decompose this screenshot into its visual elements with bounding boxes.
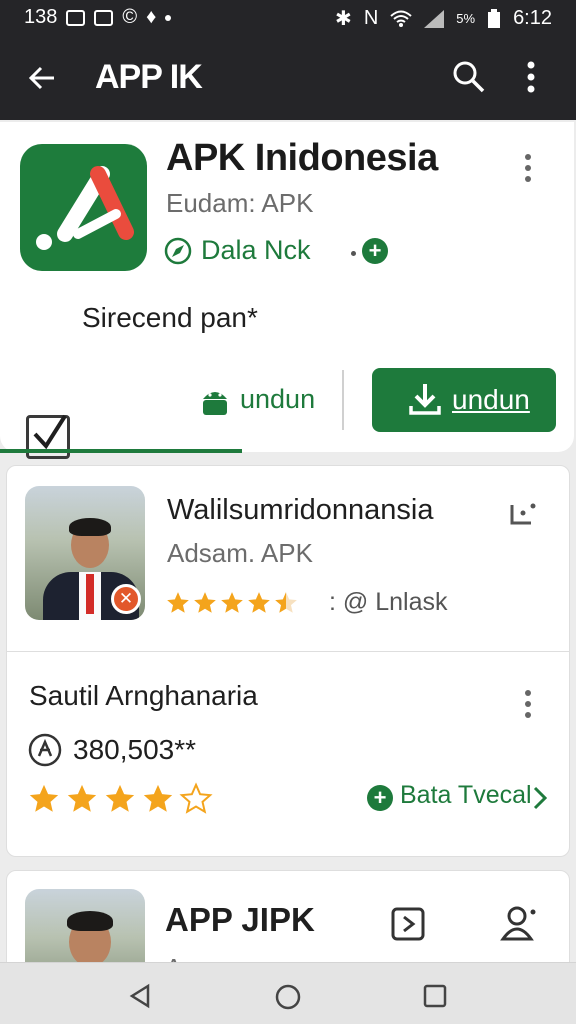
more-options-icon[interactable]: [524, 690, 532, 720]
action-link[interactable]: Bata Tvecal: [400, 781, 532, 810]
item-subtitle: Adsam. APK: [167, 538, 313, 568]
notification-icon: ©: [122, 6, 138, 28]
checkbox-label: Sirecend pan*: [82, 302, 258, 333]
share-icon[interactable]: [509, 502, 539, 526]
plus-icon[interactable]: +: [367, 785, 393, 811]
checkmark-icon: [33, 414, 67, 450]
notification-dot-icon: [165, 14, 172, 21]
compass-icon: [164, 237, 192, 265]
tab-indicator: [0, 449, 242, 453]
close-icon[interactable]: ✕: [111, 584, 141, 614]
plus-icon[interactable]: +: [362, 238, 388, 264]
separator-dot: [351, 251, 356, 256]
secondary-download-button[interactable]: undun: [200, 380, 330, 424]
list-item[interactable]: Sautil Arnghanaria 380,503** + Bata Tvec…: [7, 652, 569, 857]
secondary-button-label: undun: [240, 384, 316, 414]
battery-percent: 5%: [456, 11, 476, 26]
star-icon: [194, 592, 216, 613]
developer-link[interactable]: Dala Nck: [201, 235, 311, 266]
developer-photo: ✕: [25, 486, 145, 620]
app-title: APK Inidonesia: [166, 137, 438, 179]
item-title: Sautil Arnghanaria: [29, 680, 258, 711]
status-time: 6:12: [513, 7, 552, 29]
notification-icon: [66, 9, 86, 26]
nav-back-icon[interactable]: [128, 983, 152, 1009]
nav-home-icon[interactable]: [274, 983, 302, 1011]
download-button-label: undun: [452, 384, 530, 415]
android-icon: [203, 392, 227, 415]
item-title: APP JIPK: [165, 901, 315, 938]
app-list-card: ✕ Walilsumridonnansia Adsam. APK : @ Lnl…: [6, 465, 570, 857]
download-icon: [409, 384, 441, 415]
star-icon: [167, 592, 189, 613]
app-bar: APP IK: [0, 36, 576, 120]
download-count-icon: [28, 733, 62, 767]
list-item[interactable]: ✕ Walilsumridonnansia Adsam. APK : @ Lnl…: [7, 466, 569, 651]
status-bar: 138 © ♦ ✱ N 5% 6:12: [0, 0, 576, 36]
more-vert-icon[interactable]: [526, 60, 536, 94]
star-icon: [248, 592, 270, 613]
star-icon: [67, 784, 97, 812]
battery-icon: [488, 8, 501, 28]
notification-icon: [94, 9, 114, 26]
status-time-left: 138: [24, 6, 58, 28]
notification-icon: ♦: [146, 6, 157, 28]
rating-stars: [27, 782, 217, 816]
app-bar-title: APP IK: [95, 58, 203, 96]
vibrate-icon: N: [363, 7, 379, 29]
app-subtitle: Eudam: APK: [166, 188, 314, 218]
download-count: 380,503**: [73, 734, 197, 765]
play-store-icon[interactable]: [389, 905, 427, 943]
signal-icon: [424, 9, 445, 28]
wifi-icon: [390, 10, 412, 27]
more-options-icon[interactable]: [524, 154, 532, 184]
nav-recents-icon[interactable]: [422, 983, 448, 1009]
star-icon: [179, 782, 213, 814]
star-icon: [143, 784, 173, 812]
featured-app-card[interactable]: APK Inidonesia Eudam: APK Dala Nck + Sir…: [0, 122, 574, 459]
search-icon[interactable]: [452, 60, 486, 94]
star-icon: [275, 592, 297, 613]
bluetooth-icon: ✱: [335, 8, 352, 30]
system-nav-bar: [0, 962, 576, 1024]
rating-label: : @ Lnlask: [329, 588, 448, 616]
star-icon: [105, 784, 135, 812]
star-icon: [29, 784, 59, 812]
button-divider: [342, 370, 344, 430]
item-title: Walilsumridonnansia: [167, 494, 434, 526]
chevron-right-icon[interactable]: [533, 786, 547, 810]
back-arrow-icon[interactable]: [28, 64, 56, 92]
rating-stars: [165, 590, 300, 616]
download-button[interactable]: undun: [372, 368, 556, 432]
app-logo-icon: [20, 144, 147, 271]
user-icon[interactable]: [499, 903, 539, 943]
star-icon: [221, 592, 243, 613]
